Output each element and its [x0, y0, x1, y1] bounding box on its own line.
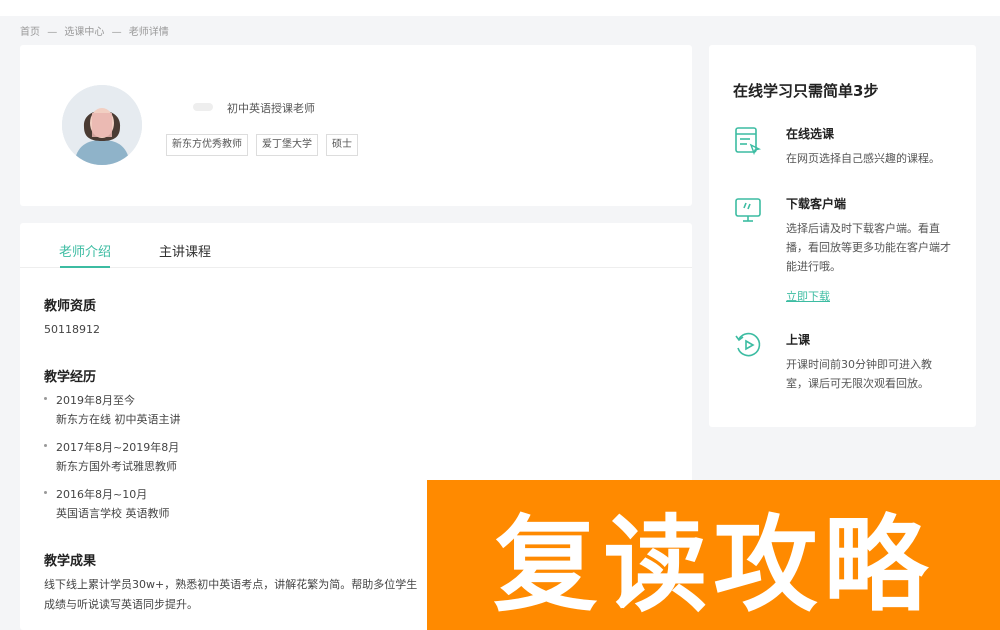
breadcrumb-current: 老师详情	[128, 27, 169, 38]
results-title: 教学成果	[44, 554, 97, 569]
experience-date: 2017年8月~2019年8月	[56, 441, 180, 454]
step-desc: 选择后请及时下载客户端。看直播，看回放等更多功能在客户端才能进行哦。	[786, 222, 951, 273]
promo-banner: 复读攻略	[427, 480, 1000, 630]
learning-steps-card: 在线学习只需简单3步 在线选课 在网页选择自己感兴趣的课程。 下载客户端 选择后…	[709, 45, 976, 427]
results-line-2: 成绩与听说读写英语同步提升。	[44, 598, 198, 611]
breadcrumb-course-center[interactable]: 选课中心	[64, 27, 104, 38]
teacher-name-blurred	[193, 103, 213, 111]
results-line-1: 线下线上累计学员30w+，熟悉初中英语考点，讲解花繁为简。帮助多位学生	[44, 578, 418, 591]
teacher-tags: 新东方优秀教师 爱丁堡大学 硕士	[166, 134, 358, 156]
tab-bar: 老师介绍 主讲课程	[20, 223, 692, 268]
step-title: 上课	[786, 333, 811, 347]
breadcrumb-separator: —	[47, 27, 58, 38]
banner-text: 复读攻略	[493, 503, 934, 626]
tag-university: 爱丁堡大学	[256, 134, 318, 156]
monitor-download-icon	[735, 198, 761, 222]
experience-item: 2019年8月至今 新东方在线 初中英语主讲	[44, 391, 181, 429]
qualification-title: 教师资质	[44, 299, 97, 314]
experience-item: 2016年8月~10月 英国语言学校 英语教师	[44, 485, 170, 523]
experience-desc: 新东方在线 初中英语主讲	[56, 413, 181, 426]
breadcrumb: 首页 — 选课中心 — 老师详情	[20, 23, 173, 38]
step-title: 下载客户端	[786, 197, 847, 211]
download-now-link[interactable]: 立即下载	[786, 288, 830, 304]
bullet-icon	[44, 397, 47, 400]
teacher-profile-card: 初中英语授课老师 新东方优秀教师 爱丁堡大学 硕士	[20, 45, 692, 206]
experience-item: 2017年8月~2019年8月 新东方国外考试雅思教师	[44, 438, 179, 476]
bullet-icon	[44, 491, 47, 494]
breadcrumb-home[interactable]: 首页	[20, 27, 40, 38]
teacher-avatar	[62, 85, 142, 165]
step-desc: 在网页选择自己感兴趣的课程。	[786, 152, 940, 165]
active-tab-indicator	[60, 266, 110, 268]
step-desc: 开课时间前30分钟即可进入教室，课后可无限次观看回放。	[786, 358, 932, 390]
experience-date: 2016年8月~10月	[56, 488, 148, 501]
teacher-role: 初中英语授课老师	[227, 102, 315, 115]
step-title: 在线选课	[786, 127, 835, 141]
tab-courses[interactable]: 主讲课程	[159, 241, 211, 260]
steps-title: 在线学习只需简单3步	[733, 82, 879, 100]
tab-teacher-intro[interactable]: 老师介绍	[59, 241, 111, 260]
avatar-photo-icon	[62, 85, 142, 165]
experience-desc: 英国语言学校 英语教师	[56, 507, 170, 520]
experience-title: 教学经历	[44, 370, 97, 385]
experience-date: 2019年8月至今	[56, 394, 135, 407]
bullet-icon	[44, 444, 47, 447]
experience-desc: 新东方国外考试雅思教师	[56, 460, 177, 473]
qualification-value: 50118912	[44, 323, 100, 336]
tag-degree: 硕士	[326, 134, 358, 156]
top-navigation-bar	[0, 0, 1000, 16]
tag-excellent-teacher: 新东方优秀教师	[166, 134, 248, 156]
play-replay-icon	[735, 332, 761, 357]
breadcrumb-separator: —	[111, 27, 122, 38]
course-list-icon	[735, 127, 762, 155]
results-text: 线下线上累计学员30w+，熟悉初中英语考点，讲解花繁为简。帮助多位学生 成绩与听…	[44, 575, 424, 617]
